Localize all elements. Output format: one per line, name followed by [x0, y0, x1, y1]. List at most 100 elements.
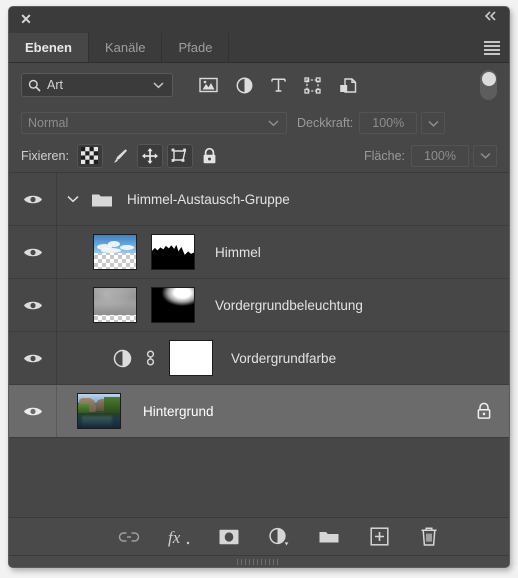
filter-smart-object-layers-icon[interactable] [339, 77, 357, 94]
lock-label: Fixieren: [21, 148, 69, 163]
collapse-panel-icon[interactable] [483, 10, 499, 22]
eye-icon [23, 354, 42, 362]
panel-titlebar: ✕ [9, 7, 509, 33]
filter-shape-layers-icon[interactable] [304, 76, 321, 94]
blend-mode-value: Normal [28, 116, 69, 130]
table-row[interactable]: Himmel-Austausch-Gruppe [9, 173, 509, 226]
search-icon [28, 79, 41, 92]
panel-menu-icon[interactable] [475, 33, 509, 62]
opacity-label: Deckkraft: [297, 116, 354, 130]
filter-type-label: Art [47, 78, 63, 92]
chevron-down-icon [479, 152, 491, 159]
chevron-down-icon [268, 120, 279, 127]
lock-icon [204, 147, 216, 163]
blend-mode-select[interactable]: Normal [21, 112, 287, 134]
layer-visibility-toggle[interactable] [9, 279, 57, 331]
layer-row-body: Hintergrund [57, 385, 509, 437]
checkerboard-icon [81, 147, 99, 164]
tab-kanaele[interactable]: Kanäle [89, 33, 163, 62]
layer-mask-thumbnail[interactable] [151, 287, 195, 323]
layer-list: Himmel-Austausch-Gruppe Himmel Vordergru… [9, 173, 509, 517]
layer-name: Vordergrundbeleuchtung [215, 297, 363, 313]
layer-name: Himmel [215, 244, 261, 260]
layer-filter-row: Art [9, 63, 509, 107]
chevron-down-icon [428, 120, 439, 127]
lock-icon [477, 402, 491, 419]
lock-image-pixels-button[interactable] [107, 144, 133, 168]
adjustment-icon [269, 527, 289, 545]
double-chevron-left-icon [484, 11, 496, 21]
new-group-button[interactable] [316, 524, 342, 550]
group-disclosure-icon[interactable] [67, 193, 79, 205]
layer-visibility-toggle[interactable] [9, 226, 57, 278]
panel-resize-grip[interactable] [9, 555, 509, 567]
plus-square-icon [369, 527, 389, 546]
lock-all-button[interactable] [197, 144, 223, 168]
artboard-icon [171, 148, 186, 162]
eye-icon [23, 407, 42, 415]
layer-visibility-toggle[interactable] [9, 385, 57, 437]
filter-enable-toggle[interactable] [480, 70, 497, 100]
svg-text:fx: fx [168, 528, 181, 547]
delete-layer-button[interactable] [416, 524, 442, 550]
tab-ebenen[interactable]: Ebenen [9, 33, 89, 62]
layer-name: Hintergrund [143, 403, 214, 419]
panel-tabs: Ebenen Kanäle Pfade [9, 33, 509, 63]
new-adjustment-layer-button[interactable] [266, 524, 292, 550]
layer-visibility-toggle[interactable] [9, 173, 57, 225]
layer-row-body: Himmel-Austausch-Gruppe [57, 173, 509, 225]
eye-icon [23, 301, 42, 309]
layer-thumbnail[interactable] [93, 234, 137, 270]
eye-icon [23, 195, 42, 203]
table-row[interactable]: Hintergrund [9, 385, 509, 438]
paintbrush-icon [113, 148, 127, 163]
layer-row-body: Vordergrundbeleuchtung [57, 279, 509, 331]
layers-panel: ✕ Ebenen Kanäle Pfade Art Normal Deckkra… [8, 6, 510, 568]
grip-lines-icon [237, 558, 281, 565]
link-layers-button[interactable] [116, 524, 142, 550]
layer-mask-thumbnail[interactable] [169, 340, 213, 376]
trash-icon [421, 527, 437, 546]
folder-icon [91, 191, 112, 207]
layer-row-body: Vordergrundfarbe [57, 332, 509, 384]
mask-icon [219, 529, 239, 544]
layer-row-body: Himmel [57, 226, 509, 278]
tabstrip-filler [229, 33, 475, 62]
lock-transparent-pixels-button[interactable] [76, 143, 103, 168]
mask-link-icon[interactable] [144, 348, 157, 368]
table-row[interactable]: Himmel [9, 226, 509, 279]
tab-pfade[interactable]: Pfade [162, 33, 230, 62]
layer-thumbnail[interactable] [77, 393, 121, 429]
lock-position-button[interactable] [136, 143, 163, 168]
eye-icon [23, 248, 42, 256]
fill-label: Fläche: [364, 148, 405, 163]
filter-type-layers-icon[interactable] [271, 77, 286, 93]
layer-locked-icon[interactable] [475, 402, 493, 421]
table-row[interactable]: Vordergrundfarbe [9, 332, 509, 385]
move-arrows-icon [141, 147, 158, 164]
adjustment-layer-icon[interactable] [113, 349, 132, 368]
new-layer-button[interactable] [366, 524, 392, 550]
layer-name: Himmel-Austausch-Gruppe [127, 191, 290, 207]
fill-input[interactable]: 100% [411, 144, 469, 167]
opacity-input[interactable]: 100% [359, 112, 418, 134]
lock-artboard-nesting-button[interactable] [166, 143, 193, 168]
close-icon[interactable]: ✕ [18, 11, 34, 27]
filter-pixel-layers-icon[interactable] [199, 77, 218, 93]
layer-visibility-toggle[interactable] [9, 332, 57, 384]
fill-stepper[interactable] [473, 144, 497, 167]
folder-icon [319, 532, 339, 543]
chevron-down-icon [153, 82, 164, 89]
opacity-stepper[interactable] [421, 112, 446, 134]
table-row[interactable]: Vordergrundbeleuchtung [9, 279, 509, 332]
filter-icon-group [199, 76, 357, 94]
filter-adjustment-layers-icon[interactable] [236, 77, 253, 94]
filter-type-select[interactable]: Art [21, 73, 173, 97]
link-icon [118, 531, 140, 542]
add-layer-mask-button[interactable] [216, 524, 242, 550]
lock-row: Fixieren: Fläche: 100% [9, 139, 509, 173]
layer-style-fx-button[interactable]: fx [166, 524, 192, 550]
layer-thumbnail[interactable] [93, 287, 137, 323]
layer-mask-thumbnail[interactable] [151, 234, 195, 270]
blend-mode-row: Normal Deckkraft: 100% [9, 107, 509, 139]
